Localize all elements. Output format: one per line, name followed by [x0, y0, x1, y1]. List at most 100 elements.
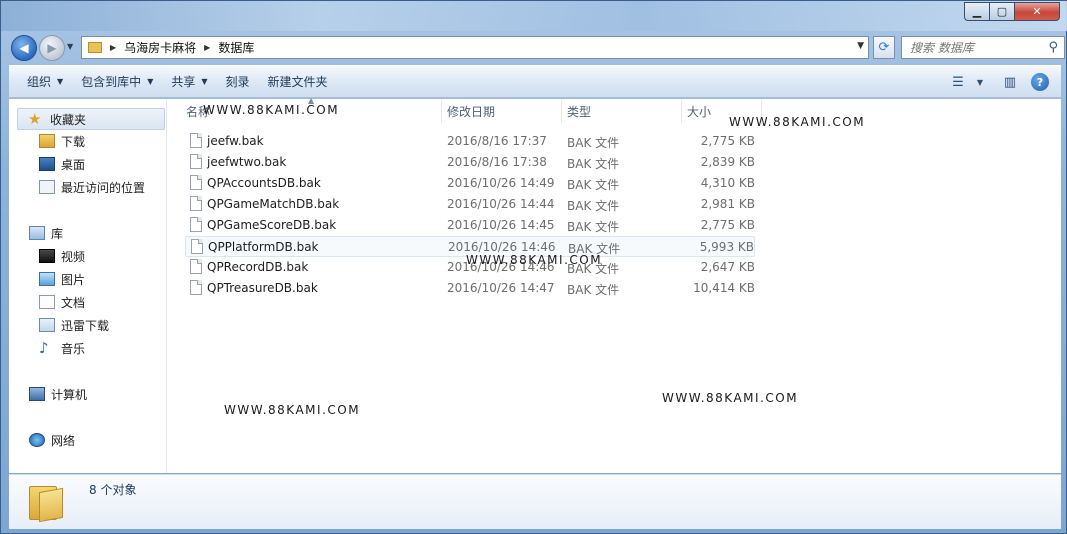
sidebar-item-label: 桌面 [61, 157, 86, 172]
file-row[interactable]: jeefw.bak 2016/8/16 17:37 BAK 文件 2,775 K… [185, 131, 755, 152]
chevron-down-icon: ▼ [57, 77, 64, 86]
file-icon [190, 259, 202, 274]
column-header-size[interactable]: 大小 [687, 103, 711, 120]
sidebar-item-xunlei-downloads[interactable]: 迅雷下载 [39, 314, 109, 336]
file-name: QPGameScoreDB.bak [207, 218, 337, 232]
chevron-down-icon[interactable]: ▼ [969, 71, 991, 93]
back-button[interactable]: ◀ [11, 35, 37, 61]
share-menu[interactable]: 共享 ▼ [171, 73, 207, 90]
file-icon [190, 280, 202, 295]
search-box[interactable]: ⚲ [901, 36, 1065, 59]
file-size: 2,981 KB [700, 197, 755, 211]
watermark-text: WWW.88KAMI.COM [203, 103, 340, 117]
file-size: 2,775 KB [700, 134, 755, 148]
recent-pages-dropdown[interactable]: ▼ [67, 42, 73, 51]
sidebar-item-videos[interactable]: 视频 [39, 245, 85, 267]
sidebar-item-label: 音乐 [61, 341, 86, 356]
minimize-button[interactable]: ▁ [964, 2, 990, 21]
folder-front-shape [39, 487, 63, 523]
forward-arrow-icon: ▶ [47, 41, 57, 55]
burn-label: 刻录 [225, 75, 250, 89]
watermark-text: WWW.88KAMI.COM [224, 403, 361, 417]
explorer-window: ▁ ▢ ✕ ◀ ▶ ▼ ▶ 乌海房卡麻将 ▶ 数据库 ▼ ⟳ ⚲ 组织 ▼ 包含到… [0, 0, 1067, 534]
column-divider[interactable] [441, 99, 442, 123]
file-icon [190, 154, 202, 169]
close-button[interactable]: ✕ [1014, 2, 1060, 21]
burn-button[interactable]: 刻录 [226, 73, 250, 90]
watermark-text: WWW.88KAMI.COM [662, 391, 799, 405]
file-icon [190, 133, 202, 148]
file-type: BAK 文件 [567, 178, 620, 192]
file-size: 10,414 KB [693, 281, 755, 295]
watermark-text: WWW.88KAMI.COM [729, 115, 866, 129]
file-type: BAK 文件 [567, 283, 620, 297]
refresh-button[interactable]: ⟳ [873, 36, 895, 59]
sidebar-item-pictures[interactable]: 图片 [39, 268, 85, 290]
maximize-button[interactable]: ▢ [989, 2, 1015, 21]
sidebar-item-favorites[interactable]: ★ 收藏夹 [17, 108, 165, 130]
title-bar [1, 1, 1067, 31]
sidebar-item-music[interactable]: ♪ 音乐 [39, 337, 85, 359]
help-button[interactable]: ? [1029, 71, 1051, 93]
breadcrumb-item[interactable]: 乌海房卡麻将 [124, 39, 196, 56]
file-date: 2016/10/26 14:47 [447, 281, 555, 295]
sidebar-item-documents[interactable]: 文档 [39, 291, 85, 313]
file-type: BAK 文件 [567, 199, 620, 213]
sidebar-item-label: 文档 [61, 295, 86, 310]
address-bar[interactable]: ▶ 乌海房卡麻将 ▶ 数据库 ▼ [81, 36, 869, 59]
caption-buttons: ▁ ▢ ✕ [964, 2, 1060, 21]
pictures-icon [39, 272, 55, 286]
chevron-down-icon: ▼ [147, 77, 154, 86]
file-row[interactable]: jeefwtwo.bak 2016/8/16 17:38 BAK 文件 2,83… [185, 152, 755, 173]
file-name: jeefwtwo.bak [207, 155, 287, 169]
column-divider[interactable] [681, 99, 682, 123]
search-icon[interactable]: ⚲ [1048, 40, 1058, 55]
sidebar-item-desktop[interactable]: 桌面 [39, 153, 85, 175]
forward-button[interactable]: ▶ [39, 35, 65, 61]
chevron-down-icon: ▼ [201, 77, 208, 86]
sidebar-item-label: 网络 [51, 433, 76, 448]
chevron-down-icon[interactable]: ▼ [857, 41, 864, 51]
file-row[interactable]: QPGameScoreDB.bak 2016/10/26 14:45 BAK 文… [185, 215, 755, 236]
organize-label: 组织 [27, 75, 52, 89]
sidebar-item-downloads[interactable]: 下载 [39, 130, 85, 152]
column-header-date[interactable]: 修改日期 [447, 103, 495, 120]
library-folder-icon [39, 318, 55, 332]
view-options-icon[interactable]: ☰ [947, 71, 969, 93]
sidebar-item-network[interactable]: 网络 [29, 429, 75, 451]
file-name: QPPlatformDB.bak [208, 240, 319, 254]
file-row[interactable]: QPAccountsDB.bak 2016/10/26 14:49 BAK 文件… [185, 173, 755, 194]
share-label: 共享 [171, 75, 196, 89]
documents-icon [39, 295, 55, 309]
file-list: 名称 ▲ 修改日期 类型 大小 jeefw.bak 2016/8/16 17:3… [169, 96, 1061, 473]
file-type: BAK 文件 [567, 157, 620, 171]
file-row[interactable]: QPTreasureDB.bak 2016/10/26 14:47 BAK 文件… [185, 278, 755, 299]
breadcrumb-separator-icon[interactable]: ▶ [110, 43, 116, 52]
column-header-type[interactable]: 类型 [567, 103, 591, 120]
sidebar-item-label: 收藏夹 [50, 112, 87, 127]
breadcrumb-item-current[interactable]: 数据库 [218, 39, 254, 56]
sidebar-item-recent-places[interactable]: 最近访问的位置 [39, 176, 145, 198]
sidebar-item-label: 迅雷下载 [61, 318, 110, 333]
breadcrumb-separator-icon[interactable]: ▶ [204, 43, 210, 52]
organize-menu[interactable]: 组织 ▼ [27, 73, 63, 90]
sidebar-item-label: 库 [51, 226, 64, 241]
refresh-icon: ⟳ [878, 40, 890, 55]
preview-pane-icon[interactable]: ▥ [999, 71, 1021, 93]
file-row[interactable]: QPGameMatchDB.bak 2016/10/26 14:44 BAK 文… [185, 194, 755, 215]
recent-places-icon [39, 180, 55, 194]
sidebar-item-computer[interactable]: 计算机 [29, 383, 87, 405]
sidebar-item-libraries[interactable]: 库 [29, 222, 63, 244]
sidebar-item-label: 下载 [61, 134, 86, 149]
file-name: QPGameMatchDB.bak [207, 197, 340, 211]
desktop-icon [39, 157, 55, 171]
include-in-library-label: 包含到库中 [81, 75, 142, 89]
search-input[interactable] [910, 40, 1038, 55]
include-in-library-menu[interactable]: 包含到库中 ▼ [81, 73, 153, 90]
folder-icon [29, 482, 67, 523]
file-name: QPTreasureDB.bak [207, 281, 318, 295]
main-pane: ★ 收藏夹 下载 桌面 最近访问的位置 库 视频 图片 文档 迅雷下载 ♪ 音乐… [9, 96, 1061, 473]
music-note-icon: ♪ [39, 339, 49, 357]
column-divider[interactable] [561, 99, 562, 123]
new-folder-button[interactable]: 新建文件夹 [268, 73, 328, 90]
